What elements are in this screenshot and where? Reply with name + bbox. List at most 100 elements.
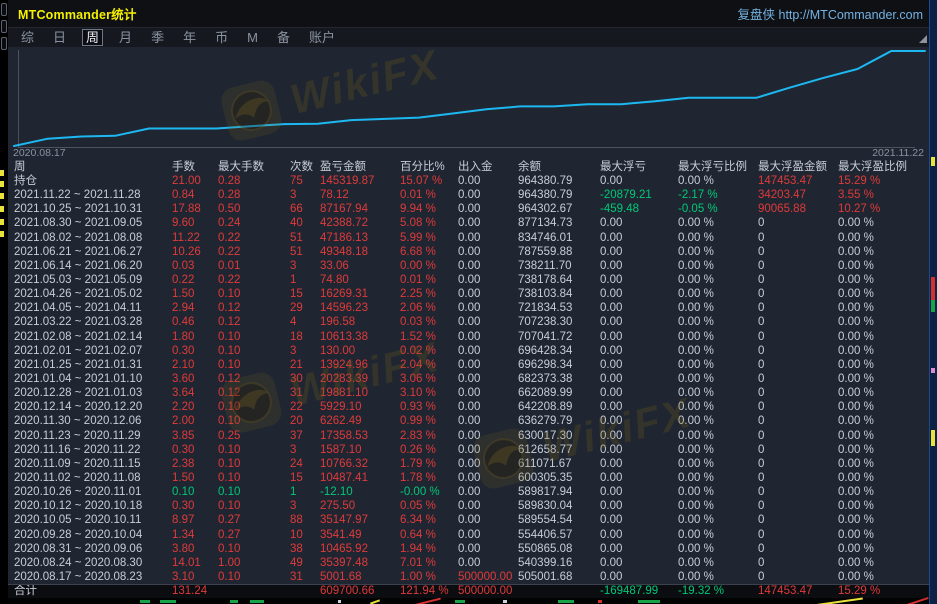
cell: 0.00 bbox=[600, 414, 678, 428]
table-row[interactable]: 2020.08.17 ~ 2020.08.233.100.10315001.68… bbox=[8, 570, 929, 584]
table-row[interactable]: 2021.02.01 ~ 2021.02.070.300.103130.000.… bbox=[8, 344, 929, 358]
cell: 0.00 bbox=[600, 174, 678, 188]
cell[interactable]: 最大手数 bbox=[218, 160, 290, 174]
cell[interactable]: 百分比% bbox=[400, 160, 458, 174]
table-row[interactable]: 2021.08.30 ~ 2021.09.059.600.244042388.7… bbox=[8, 216, 929, 230]
cell[interactable]: 最大浮亏比例 bbox=[678, 160, 758, 174]
cell: 0.00 bbox=[458, 330, 518, 344]
table-row[interactable]: 2021.06.21 ~ 2021.06.2710.260.225149348.… bbox=[8, 245, 929, 259]
background-artifact bbox=[160, 600, 176, 603]
table-row[interactable]: 2020.10.12 ~ 2020.10.180.300.103275.500.… bbox=[8, 499, 929, 513]
table-row[interactable]: 持仓21.000.2875145319.8715.07 %0.00964380.… bbox=[8, 174, 929, 188]
resize-grip-icon[interactable] bbox=[919, 35, 927, 43]
cell: 90065.88 bbox=[758, 202, 838, 216]
table-row[interactable]: 2020.11.23 ~ 2020.11.293.850.253717358.5… bbox=[8, 429, 929, 443]
cell: 2021.03.22 ~ 2021.03.28 bbox=[14, 315, 172, 329]
table-row[interactable]: 2021.01.04 ~ 2021.01.103.600.123020283.3… bbox=[8, 372, 929, 386]
cell: 6262.49 bbox=[320, 414, 400, 428]
table-row[interactable]: 2020.10.26 ~ 2020.11.010.100.101-12.10-0… bbox=[8, 485, 929, 499]
menu-item-月[interactable]: 月 bbox=[116, 30, 135, 45]
cell: 2020.11.30 ~ 2020.12.06 bbox=[14, 414, 172, 428]
cell: 0.12 bbox=[218, 315, 290, 329]
table-row[interactable]: 2020.08.31 ~ 2020.09.063.800.103810465.9… bbox=[8, 542, 929, 556]
table-row[interactable]: 2021.04.05 ~ 2021.04.112.940.122914596.2… bbox=[8, 301, 929, 315]
table-row[interactable]: 2020.11.02 ~ 2020.11.081.500.101510487.4… bbox=[8, 471, 929, 485]
cell: 0.00 bbox=[458, 315, 518, 329]
cell: 0.10 bbox=[218, 400, 290, 414]
menu-item-综[interactable]: 综 bbox=[18, 30, 37, 45]
background-artifact bbox=[230, 600, 238, 603]
cell[interactable]: 次数 bbox=[290, 160, 320, 174]
cell[interactable]: 出入金 bbox=[458, 160, 518, 174]
table-row[interactable]: 2020.11.09 ~ 2020.11.152.380.102410766.3… bbox=[8, 457, 929, 471]
cell[interactable]: 最大浮盈比例 bbox=[838, 160, 929, 174]
cell: 738211.70 bbox=[518, 259, 600, 273]
table-row[interactable]: 2020.11.30 ~ 2020.12.062.000.10206262.49… bbox=[8, 414, 929, 428]
cell: 2020.10.26 ~ 2020.11.01 bbox=[14, 485, 172, 499]
menu-item-M[interactable]: M bbox=[244, 30, 261, 45]
background-artifact bbox=[0, 206, 4, 212]
cell[interactable]: 手数 bbox=[172, 160, 218, 174]
table-row[interactable]: 2021.08.02 ~ 2021.08.0811.220.225147186.… bbox=[8, 231, 929, 245]
cell[interactable]: 最大浮亏 bbox=[600, 160, 678, 174]
cell: 0 bbox=[758, 315, 838, 329]
table-row[interactable]: 2021.10.25 ~ 2021.10.3117.880.506687167.… bbox=[8, 202, 929, 216]
cell[interactable]: 盈亏金额 bbox=[320, 160, 400, 174]
cell: 2020.10.05 ~ 2020.10.11 bbox=[14, 513, 172, 527]
cell: 0.12 bbox=[218, 301, 290, 315]
table-row[interactable]: 2020.09.28 ~ 2020.10.041.340.27103541.49… bbox=[8, 528, 929, 542]
table-total-row[interactable]: 合计131.24609700.66121.94 %500000.00-16948… bbox=[8, 584, 929, 598]
cell: 738103.84 bbox=[518, 287, 600, 301]
cell: 0.05 % bbox=[400, 499, 458, 513]
table-row[interactable]: 2020.10.05 ~ 2020.10.118.970.278835147.9… bbox=[8, 513, 929, 527]
table-row[interactable]: 2021.11.22 ~ 2021.11.280.840.28378.120.0… bbox=[8, 188, 929, 202]
table-row[interactable]: 2021.03.22 ~ 2021.03.280.460.124196.580.… bbox=[8, 315, 929, 329]
cell: 0.00 bbox=[600, 513, 678, 527]
cell: 15.29 % bbox=[838, 174, 929, 188]
cell[interactable]: 余额 bbox=[518, 160, 600, 174]
table-row[interactable]: 2021.05.03 ~ 2021.05.090.220.22174.800.0… bbox=[8, 273, 929, 287]
table-row[interactable]: 2020.12.28 ~ 2021.01.033.640.123119881.1… bbox=[8, 386, 929, 400]
cell: 147453.47 bbox=[758, 174, 838, 188]
cell: -169487.99 bbox=[600, 585, 678, 598]
cell: 0.00 % bbox=[678, 499, 758, 513]
table-row[interactable]: 2020.11.16 ~ 2020.11.220.300.1031587.100… bbox=[8, 443, 929, 457]
cell: 505001.68 bbox=[518, 570, 600, 584]
menu-item-季[interactable]: 季 bbox=[148, 30, 167, 45]
cell: 24 bbox=[290, 457, 320, 471]
cell: 609700.66 bbox=[320, 585, 400, 598]
cell: 0.84 bbox=[172, 188, 218, 202]
cell: 0.64 % bbox=[400, 528, 458, 542]
cell: 0.00 bbox=[600, 372, 678, 386]
cell: 20283.39 bbox=[320, 372, 400, 386]
cell: 88 bbox=[290, 513, 320, 527]
table-row[interactable]: 2020.08.24 ~ 2020.08.3014.011.004935397.… bbox=[8, 556, 929, 570]
cell: 0.00 % bbox=[678, 414, 758, 428]
cell: 642208.89 bbox=[518, 400, 600, 414]
cell: 0 bbox=[758, 400, 838, 414]
cell: 0.00 bbox=[600, 344, 678, 358]
cell: 0.00 bbox=[600, 231, 678, 245]
brand-link[interactable]: 复盘侠 http://MTCommander.com bbox=[738, 4, 923, 23]
table-row[interactable]: 2021.06.14 ~ 2021.06.200.030.01333.060.0… bbox=[8, 259, 929, 273]
left-edge-strip bbox=[0, 0, 8, 604]
cell: 5.08 % bbox=[400, 216, 458, 230]
cell: 964380.79 bbox=[518, 188, 600, 202]
right-edge-strip bbox=[929, 0, 937, 604]
table-row[interactable]: 2021.04.26 ~ 2021.05.021.500.101516269.3… bbox=[8, 287, 929, 301]
menu-item-备[interactable]: 备 bbox=[274, 30, 293, 45]
table-row[interactable]: 2020.12.14 ~ 2020.12.202.200.10225929.10… bbox=[8, 400, 929, 414]
table-row[interactable]: 2021.01.25 ~ 2021.01.312.100.102113924.9… bbox=[8, 358, 929, 372]
menu-item-年[interactable]: 年 bbox=[180, 30, 199, 45]
cell: 14596.23 bbox=[320, 301, 400, 315]
menu-item-账户[interactable]: 账户 bbox=[306, 30, 338, 45]
cell: 2020.11.09 ~ 2020.11.15 bbox=[14, 457, 172, 471]
cell[interactable]: 最大浮盈金额 bbox=[758, 160, 838, 174]
axis-start-date: 2020.08.17 bbox=[13, 148, 66, 160]
cell[interactable]: 周 bbox=[14, 160, 172, 174]
menu-item-日[interactable]: 日 bbox=[50, 30, 69, 45]
menu-item-币[interactable]: 币 bbox=[212, 30, 231, 45]
table-row[interactable]: 2021.02.08 ~ 2021.02.141.800.101810613.3… bbox=[8, 330, 929, 344]
cell: -12.10 bbox=[320, 485, 400, 499]
menu-item-周[interactable]: 周 bbox=[82, 29, 103, 46]
